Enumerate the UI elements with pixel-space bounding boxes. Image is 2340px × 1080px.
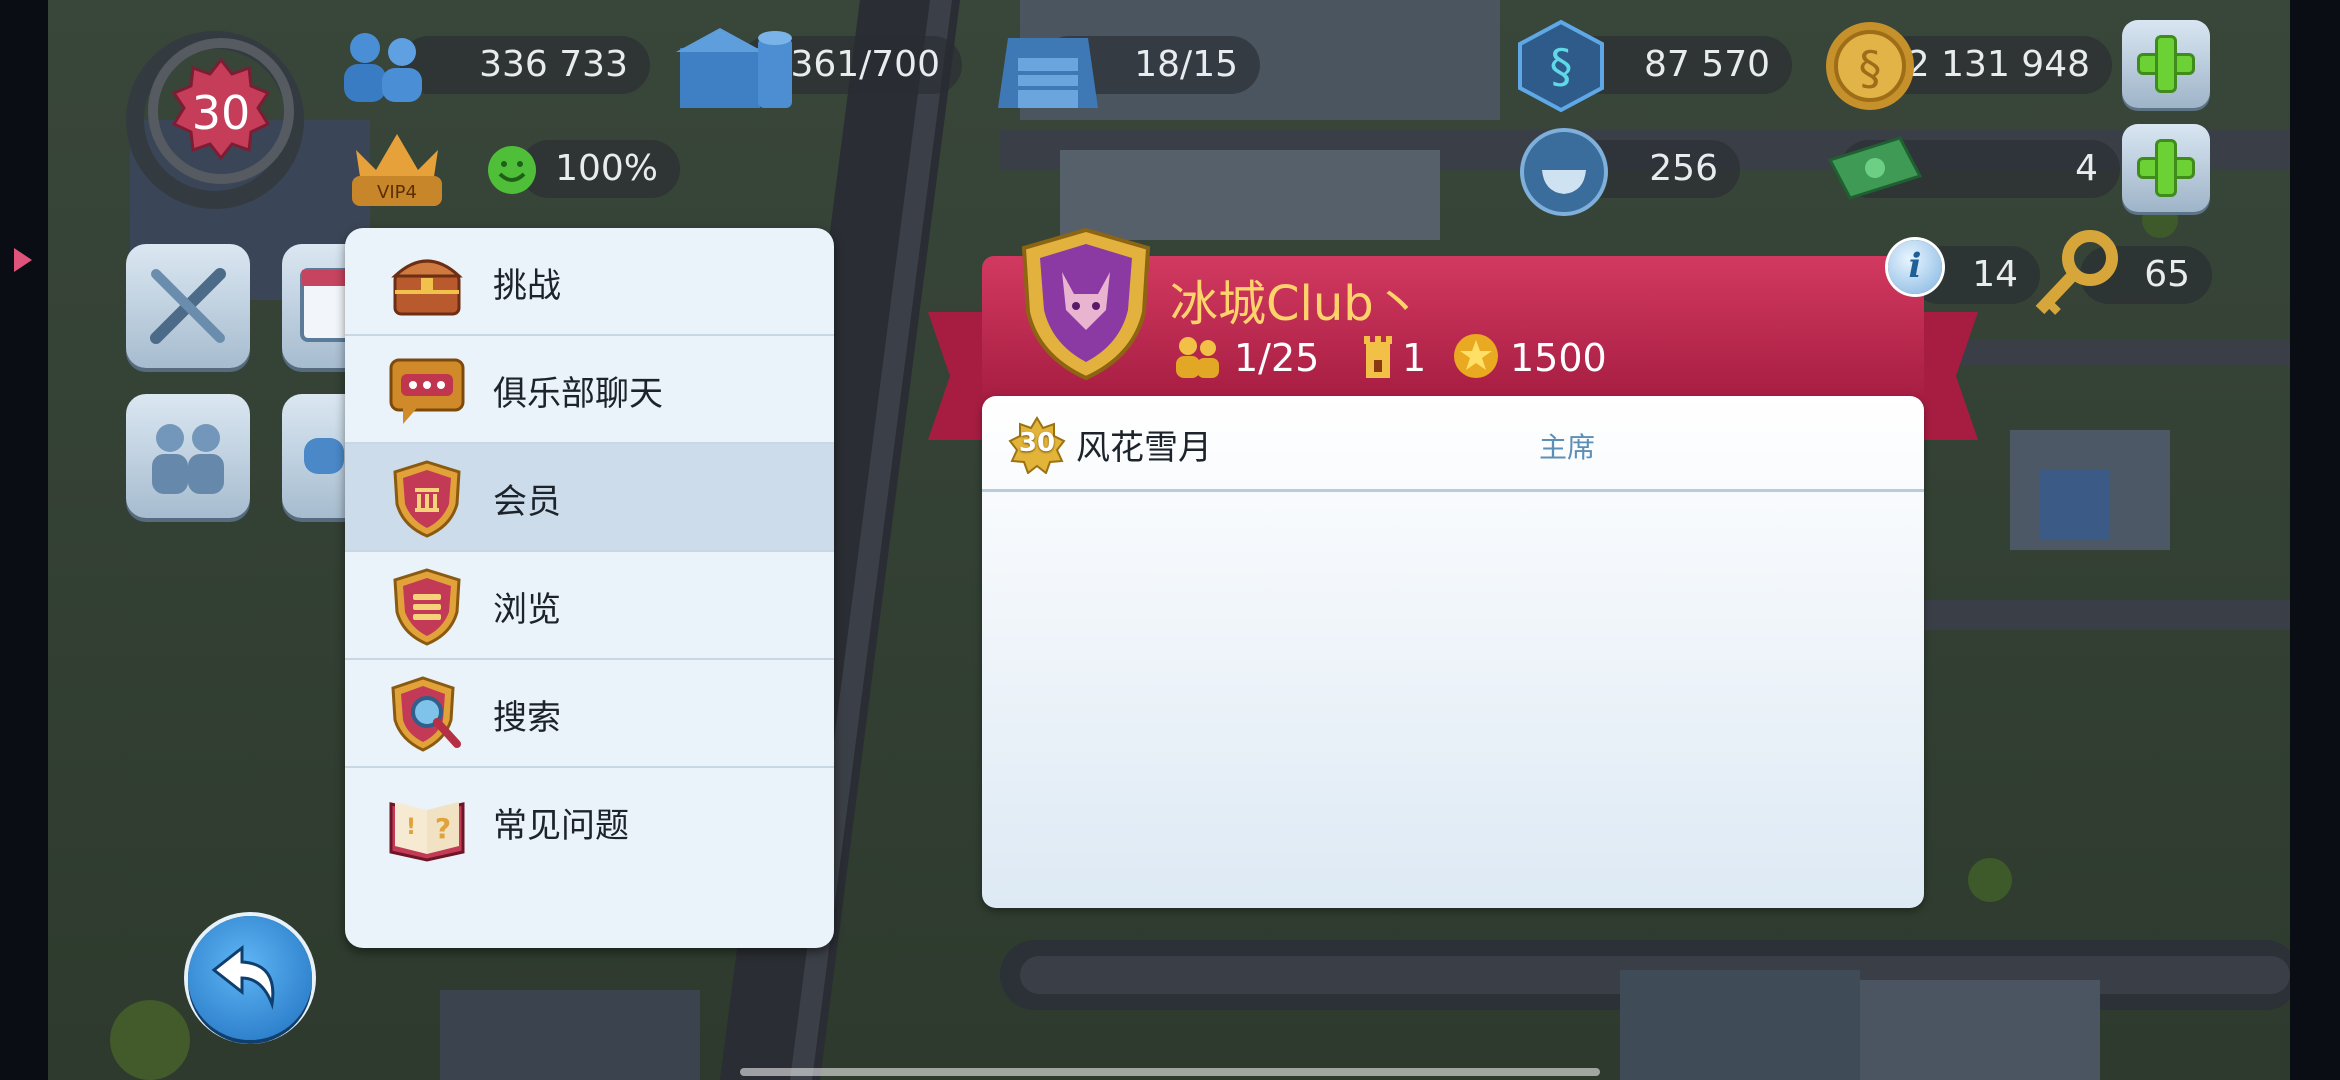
club-emblem-fox-icon[interactable]	[1016, 226, 1156, 382]
treasure-chest-icon	[391, 259, 463, 316]
storage-value: 361/700	[790, 44, 940, 85]
svg-text:§: §	[1859, 41, 1882, 95]
level-number: 30	[191, 86, 251, 140]
menu-item-club-chat[interactable]: 俱乐部聊天	[345, 336, 834, 444]
back-button[interactable]	[188, 916, 312, 1040]
home-indicator-bar[interactable]	[740, 1068, 1600, 1076]
menu-item-browse-label: 浏览	[493, 590, 561, 630]
svg-text:!: !	[406, 815, 416, 840]
browse-shield-icon	[393, 568, 461, 646]
level-badge[interactable]: 30	[148, 38, 294, 184]
vu-value: 18/15	[1134, 44, 1238, 85]
svg-text:§: §	[1550, 39, 1573, 93]
menu-item-club-chat-label: 俱乐部聊天	[493, 374, 663, 414]
right-screen-edge	[2290, 0, 2340, 1080]
ore-value: 256	[1649, 148, 1718, 189]
menu-item-members-label: 会员	[493, 482, 561, 522]
wrench-screwdriver-icon	[150, 268, 226, 344]
search-shield-icon	[391, 676, 461, 752]
club-menu-panel: 挑战 俱乐部聊天 会员 浏览 搜索 ?! 常见问题	[345, 228, 834, 948]
menu-item-challenge[interactable]: 挑战	[345, 228, 834, 336]
member-level-badge: 30	[1008, 416, 1066, 475]
member-role: 主席	[1539, 431, 1596, 464]
member-level: 30	[1018, 428, 1056, 458]
banknote-icon	[1827, 136, 1923, 200]
smiley-face-icon	[488, 146, 536, 194]
club-info-panel: 冰城Club丶 1/25 1 1500 30 风花雪月 主席	[928, 227, 1978, 908]
menu-item-faq-label: 常见问题	[493, 806, 629, 846]
banknote-value: 4	[2075, 148, 2098, 189]
golden-key-icon	[2035, 230, 2118, 315]
member-row[interactable]: 30 风花雪月 主席	[982, 396, 1924, 492]
tokens-value: 14	[1972, 254, 2018, 295]
population-value: 336 733	[479, 44, 628, 85]
vip-crown-icon[interactable]: VIP4	[342, 120, 452, 210]
tools-button[interactable]	[126, 244, 250, 368]
buy-simcash-plus-button[interactable]	[2122, 20, 2210, 108]
star-coin-icon	[1454, 334, 1498, 378]
simcash-coin-icon: §	[1826, 22, 1914, 110]
club-members-count: 1/25	[1234, 336, 1320, 380]
menu-item-challenge-label: 挑战	[493, 266, 561, 306]
bowl-icon	[1520, 128, 1608, 216]
happiness-value: 100%	[555, 148, 658, 189]
faq-book-icon: ?!	[389, 802, 465, 862]
menu-item-browse[interactable]: 浏览	[345, 552, 834, 660]
vu-building-icon[interactable]	[988, 18, 1108, 113]
keys-value: 65	[2144, 254, 2190, 295]
menu-item-members[interactable]: 会员	[345, 444, 834, 552]
chat-bubble-icon	[389, 358, 465, 424]
club-towers-count: 1	[1402, 336, 1427, 380]
svg-text:?: ?	[435, 812, 451, 845]
left-screen-edge	[0, 0, 48, 1080]
members-list-panel: 30 风花雪月 主席	[982, 396, 1924, 908]
club-button[interactable]	[126, 394, 250, 518]
tower-icon	[1364, 336, 1392, 378]
buy-banknotes-plus-button[interactable]	[2122, 124, 2210, 212]
club-name: 冰城Club丶	[1170, 276, 1422, 332]
members-shield-icon	[393, 460, 461, 538]
menu-item-search-label: 搜索	[493, 698, 561, 738]
vip-label: VIP4	[377, 182, 417, 203]
members-count-icon	[1176, 337, 1219, 378]
back-arrow-icon	[211, 944, 275, 1010]
simoleons-value: 87 570	[1644, 44, 1770, 85]
simcash-value: 2 131 948	[1906, 44, 2090, 85]
member-name: 风花雪月	[1076, 428, 1212, 468]
club-info-button[interactable]: i	[1888, 240, 1942, 294]
storage-building-icon[interactable]	[672, 18, 802, 113]
population-icon	[344, 33, 422, 102]
simoleon-coin-icon: §	[1518, 19, 1604, 113]
menu-item-search[interactable]: 搜索	[345, 660, 834, 768]
happiness-counter: 100%	[520, 140, 680, 198]
info-icon: i	[1908, 246, 1922, 286]
side-drawer-arrow-icon[interactable]	[6, 230, 36, 290]
menu-item-faq[interactable]: ?! 常见问题	[345, 768, 834, 876]
people-group-icon	[152, 424, 224, 494]
club-points: 1500	[1510, 336, 1607, 380]
